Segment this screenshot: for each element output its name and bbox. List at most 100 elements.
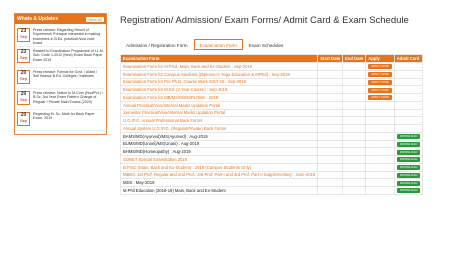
exam-form-name[interactable]: Examination Form for M.Ed. (2 Year Cours… [119,85,319,94]
exam-form-name[interactable]: Examination Form for MB/MS/DM/DIPLOMA : … [119,93,319,102]
exam-form-name[interactable]: Semester Practical/Viva/Internal Marks U… [119,108,319,118]
download-button[interactable]: DOWNLOAD [396,157,421,163]
end-date-cell [342,85,367,94]
end-date-cell [342,108,367,118]
news-date: 20 Sep [17,112,30,126]
end-date-cell [342,77,367,87]
exam-form-name[interactable]: Annual System U.G./P.G. (Regular/Private… [119,124,319,133]
start-date-cell [317,131,344,141]
table-header-row: Examination Form Start Date End Date App… [119,54,424,63]
apply-cell [365,170,395,180]
admit-card-cell: DOWNLOAD [393,170,424,180]
apply-now-button[interactable]: APPLY NOW [368,95,392,101]
admit-card-cell: DOWNLOAD [393,162,424,172]
start-date-cell [317,147,344,156]
tab-admission-registration[interactable]: Admission / Registration Form [120,39,194,50]
table-row: BAMS/MD(Ayurved)/MS(Ayurved) : Aug-2019 D… [119,131,424,141]
start-date-cell [317,139,344,149]
col-header-end-date: End Date [342,54,367,63]
news-text: Press release: Regarding Result of Exper… [33,28,101,46]
exam-form-name[interactable]: BAMS/MD(Ayurved)/MS(Ayurved) : Aug-2019 [119,131,319,141]
admit-card-cell: DOWNLOAD [393,139,424,149]
news-list: 23 Sep Press release: Regarding Result of … [15,24,106,131]
download-button[interactable]: DOWNLOAD [396,172,421,178]
apply-now-button[interactable]: APPLY NOW [368,72,392,78]
apply-cell: APPLY NOW [365,69,395,79]
news-date: 20 Sep [17,91,30,105]
exam-form-name[interactable]: B.P.Ed. (Main, Back and Ex-Student) : 20… [119,162,319,172]
news-month: Sep [19,34,28,39]
table-row: Examination Form for M.P.Ed. Main, Back … [119,62,424,71]
exam-form-name[interactable]: Examination Form for Pre Ph.D. Course Wo… [119,77,319,87]
exam-form-name[interactable]: Annual Practical/Viva/Internal Marks Upd… [119,100,319,110]
news-item[interactable]: 23 Sep Related to Examination Programme of… [17,47,104,68]
exam-form-name[interactable]: U.G./P.G. Annual Professional Back Forms [119,116,319,125]
download-button[interactable]: DOWNLOAD [396,188,421,194]
apply-now-button[interactable]: APPLY NOW [368,64,392,70]
news-date: 23 Sep [17,49,30,63]
exam-form-name[interactable]: MDS : May-2019 [119,178,319,187]
admit-card-cell [393,116,424,125]
exam-forms-table: Examination Form Start Date End Date App… [119,54,424,195]
news-item[interactable]: 20 Sep Regarding M. Sc. Math for Back Pape… [17,110,104,131]
admit-card-cell: DOWNLOAD [393,186,424,195]
exam-form-name[interactable]: Examination Form for M.P.Ed. Main, Back … [119,62,319,71]
table-row: U.G./P.G. Annual Professional Back Forms [119,116,424,125]
table-row: Examination Form for Pre Ph.D. Course Wo… [119,77,424,87]
exam-form-name[interactable]: Examination Form for Campus Students (Di… [119,69,319,79]
tab-exam-schedules[interactable]: Exam Schedules [243,39,289,50]
apply-now-button[interactable]: APPLY NOW [368,87,392,93]
end-date-cell [342,139,367,149]
apply-cell: APPLY NOW [365,77,395,87]
table-row: B.P.Ed. (Main, Back and Ex-Student) : 20… [119,162,424,172]
exam-form-name[interactable]: SONET Special Examination 2019 [119,155,319,164]
admit-card-cell [393,77,424,87]
end-date-cell [342,162,367,172]
news-text: Regarding M. Sc. Math for Back Paper Exa… [33,112,95,121]
download-button[interactable]: DOWNLOAD [396,180,421,186]
exam-form-name[interactable]: MBBS: 1st Prof. Regular and 2nd Prof., 3… [119,170,319,180]
news-item[interactable]: 23 Sep Press release: Regarding Result of … [17,26,104,47]
news-month: Sep [19,55,28,60]
apply-cell [365,155,395,164]
end-date-cell [342,147,367,156]
exam-form-name[interactable]: BHMS/MD(Homeopathy) : Aug-2019 [119,147,319,156]
download-button[interactable]: DOWNLOAD [396,134,421,140]
news-text: Press release: Notice to M.Com (Hnd/Pvt.… [33,91,103,104]
news-item[interactable]: 20 Sep Press release: Format for Govt. / A… [17,68,104,89]
view-all-link[interactable]: View All [86,16,104,22]
start-date-cell [317,116,344,125]
admit-card-cell [393,100,424,110]
download-button[interactable]: DOWNLOAD [396,165,421,171]
table-row: Examination Form for M.Ed. (2 Year Cours… [119,85,424,94]
end-date-cell [342,93,367,102]
apply-now-button[interactable]: APPLY NOW [368,79,392,85]
apply-cell [365,139,395,149]
table-row: Annual System U.G./P.G. (Regular/Private… [119,124,424,133]
table-row: BHMS/MD(Homeopathy) : Aug-2019 DOWNLOAD [119,147,424,156]
col-header-admit-card: Admit Card [393,54,424,63]
start-date-cell [317,124,344,133]
start-date-cell [317,69,344,79]
apply-cell [365,100,395,110]
admit-card-cell [393,93,424,102]
admit-card-cell [393,108,424,118]
news-sidebar: Whats & Updates View All 23 Sep Press rele… [14,13,107,135]
download-button[interactable]: DOWNLOAD [396,149,421,155]
start-date-cell [317,77,344,87]
table-row: Annual Practical/Viva/Internal Marks Upd… [119,100,424,110]
apply-cell: APPLY NOW [365,62,395,71]
news-month: Sep [19,97,28,102]
apply-cell [365,178,395,187]
tab-examination-form[interactable]: Examination Form [193,39,243,50]
news-item[interactable]: 20 Sep Press release: Notice to M.Com (Hnd… [17,89,104,110]
end-date-cell [342,186,367,195]
apply-cell [365,131,395,141]
exam-form-name[interactable]: M.Phil Education (2018-19) Main, Back an… [119,186,319,195]
exam-form-name[interactable]: BUMS/MD(Unani)/MS(Unani) : Aug-2019 [119,139,319,149]
apply-cell: APPLY NOW [365,85,395,94]
end-date-cell [342,124,367,133]
col-header-start-date: Start Date [317,54,344,63]
end-date-cell [342,116,367,125]
download-button[interactable]: DOWNLOAD [396,141,421,147]
